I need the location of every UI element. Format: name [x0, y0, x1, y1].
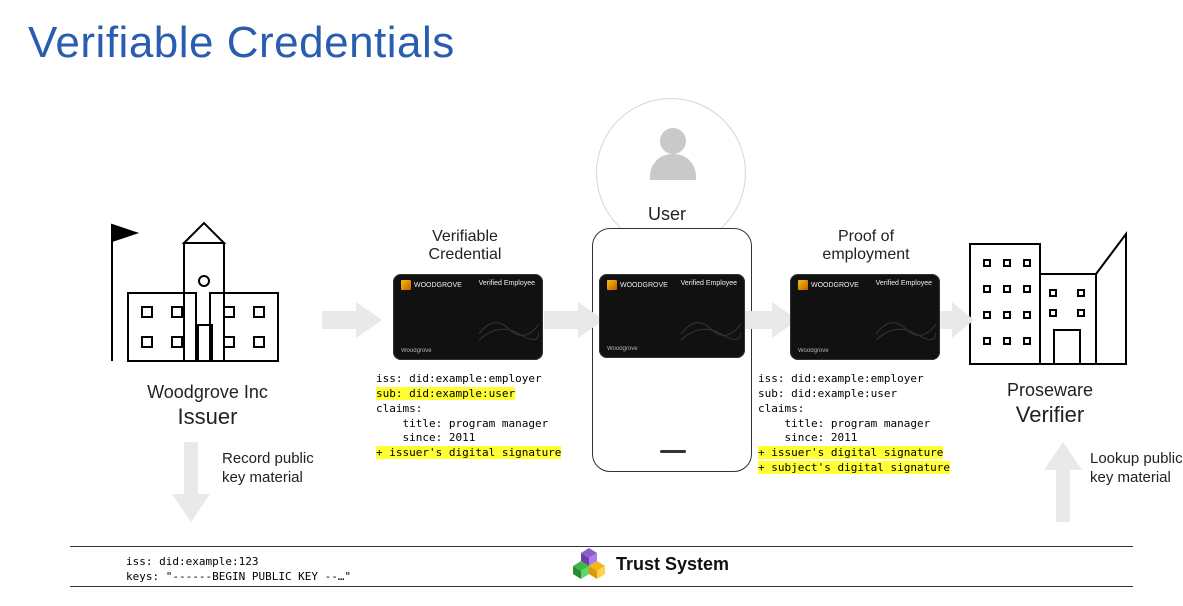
card-issuer: Woodgrove	[401, 348, 432, 354]
smartphone-home-indicator-icon	[660, 450, 686, 453]
user-label: User	[648, 204, 686, 225]
card-brand-phone: WOODGROVE	[620, 282, 668, 289]
page-title: Verifiable Credentials	[28, 18, 455, 68]
user-avatar-head-icon	[660, 128, 686, 154]
trust-system-cubes-icon	[570, 546, 608, 589]
issuer-name: Woodgrove Inc	[135, 382, 280, 403]
issuer-building-icon	[100, 185, 310, 370]
vc-card-phone-icon: WOODGROVE Verified Employee Woodgrove	[599, 274, 745, 358]
trust-system-label: Trust System	[616, 554, 729, 575]
arrow-user-to-proof-icon	[738, 302, 798, 338]
arrow-down-record-icon	[172, 442, 210, 522]
issuer-role: Issuer	[135, 404, 280, 430]
arrow-issuer-to-vc-icon	[322, 302, 382, 338]
record-label: Record public key material	[222, 450, 314, 488]
card-brand-2: WOODGROVE	[811, 282, 859, 289]
card-issuer-phone: Woodgrove	[607, 346, 638, 352]
card-brand: WOODGROVE	[414, 282, 462, 289]
verifier-building-icon	[960, 214, 1140, 379]
vc-card-1-icon: WOODGROVE Verified Employee Woodgrove	[393, 274, 543, 360]
verifier-role: Verifier	[960, 402, 1140, 428]
vc-label: Verifiable Credential	[395, 228, 535, 264]
card-issuer-2: Woodgrove	[798, 348, 829, 354]
vc-card-2-icon: WOODGROVE Verified Employee Woodgrove	[790, 274, 940, 360]
card-tag: Verified Employee	[479, 280, 535, 290]
arrow-up-lookup-icon	[1044, 442, 1082, 522]
verifier-name: Proseware	[960, 380, 1140, 401]
lookup-label: Lookup public key material	[1090, 450, 1183, 488]
arrow-proof-to-verifier-icon	[934, 302, 974, 338]
proof-claims-code: iss: did:example:employer sub: did:examp…	[758, 372, 950, 476]
trust-keys-code: iss: did:example:123 keys: "------BEGIN …	[126, 555, 351, 585]
proof-label: Proof of employment	[796, 228, 936, 264]
vc-claims-code: iss: did:example:employer sub: did:examp…	[376, 372, 561, 461]
card-tag-phone: Verified Employee	[681, 280, 737, 290]
arrow-vc-to-user-icon	[544, 302, 604, 338]
card-tag-2: Verified Employee	[876, 280, 932, 290]
